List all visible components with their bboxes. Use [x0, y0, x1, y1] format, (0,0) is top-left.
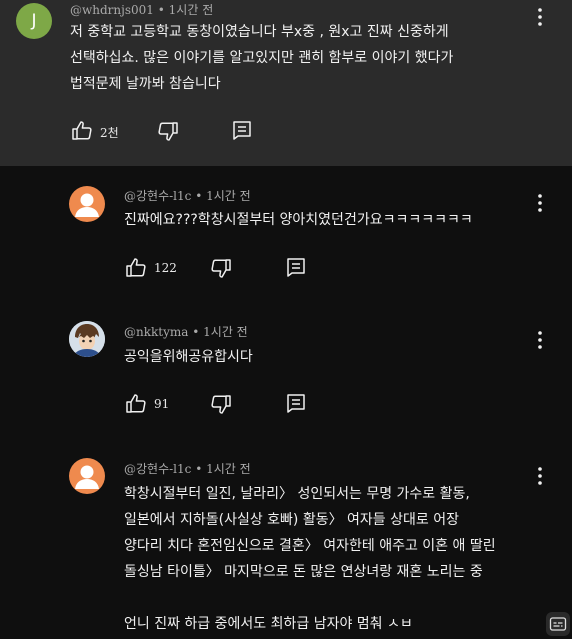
more-button[interactable]: [528, 328, 552, 352]
reply-line: [124, 585, 496, 611]
like-button[interactable]: [70, 119, 94, 143]
reply-button[interactable]: [284, 391, 308, 415]
meta-separator: •: [192, 325, 204, 339]
comment-line: 저 중학교 고등학교 동창이였습니다 부x중 , 원x고 진짜 신중하게: [70, 24, 449, 40]
more-button[interactable]: [528, 464, 552, 488]
reply-text: 진짜에요???학창시절부터 양아치였던건가요ㅋㅋㅋㅋㅋㅋㅋ: [124, 207, 473, 233]
comment-text: 저 중학교 고등학교 동창이였습니다 부x중 , 원x고 진짜 신중하게 선택하…: [70, 19, 453, 97]
more-button[interactable]: [528, 5, 552, 29]
reply-author[interactable]: @강현수-l1c: [124, 462, 191, 476]
reply-time[interactable]: 1시간 전: [203, 325, 248, 339]
reply-button[interactable]: [230, 118, 254, 142]
comment-meta: @whdrnjs001 • 1시간 전: [70, 1, 213, 18]
reply-meta: @nkktyma • 1시간 전: [124, 323, 248, 340]
anime-avatar-icon: [69, 321, 105, 357]
more-vert-icon: [538, 467, 542, 485]
reply-meta: @강현수-l1c • 1시간 전: [124, 460, 251, 477]
avatar-letter: J: [31, 11, 37, 31]
like-button[interactable]: [124, 256, 148, 280]
dislike-button[interactable]: [209, 392, 233, 416]
reply-icon: [233, 121, 251, 140]
avatar[interactable]: [69, 321, 105, 357]
comment-author[interactable]: @whdrnjs001: [70, 3, 154, 17]
reply-meta: @강현수-l1c • 1시간 전: [124, 187, 251, 204]
dislike-icon: [211, 259, 231, 278]
more-vert-icon: [538, 8, 542, 26]
like-button[interactable]: [124, 392, 148, 416]
meta-separator: •: [195, 189, 207, 203]
reply-line: 학창시절부터 일진, 날라리〉 성인되서는 무명 가수로 활동,: [124, 486, 470, 502]
reply-line: 돌싱남 타이틀〉 마지막으로 돈 많은 연상녀랑 재혼 노리는 중: [124, 564, 483, 580]
reply-text: 공익을위해공유합시다: [124, 344, 253, 370]
reply-time[interactable]: 1시간 전: [206, 189, 251, 203]
reply-line: 언니 진짜 하급 중에서도 최하급 남자야 멈춰 ㅅㅂ: [124, 616, 413, 632]
subtitles-icon: [549, 617, 567, 631]
dislike-button[interactable]: [156, 119, 180, 143]
meta-separator: •: [157, 3, 169, 17]
reply-time[interactable]: 1시간 전: [206, 462, 251, 476]
reply-text: 학창시절부터 일진, 날라리〉 성인되서는 무명 가수로 활동, 일본에서 지하…: [124, 481, 496, 637]
more-vert-icon: [538, 194, 542, 212]
reply-button[interactable]: [284, 255, 308, 279]
like-count: 122: [154, 261, 177, 275]
like-icon: [126, 258, 146, 277]
more-button[interactable]: [528, 191, 552, 215]
avatar[interactable]: [69, 458, 105, 494]
dislike-button[interactable]: [209, 256, 233, 280]
more-vert-icon: [538, 331, 542, 349]
like-icon: [72, 121, 92, 140]
comment-line: 선택하십쇼. 많은 이야기를 알고있지만 괜히 함부로 이야기 했다가: [70, 50, 454, 66]
comment-time[interactable]: 1시간 전: [169, 3, 214, 17]
reply-icon: [287, 394, 305, 413]
person-avatar-icon: [75, 193, 99, 217]
person-avatar-icon: [75, 465, 99, 489]
like-icon: [126, 394, 146, 413]
reply-line: 공익을위해공유합시다: [124, 349, 253, 365]
reply-author[interactable]: @강현수-l1c: [124, 189, 191, 203]
reply-line: 진짜에요???학창시절부터 양아치였던건가요ㅋㅋㅋㅋㅋㅋㅋ: [124, 212, 473, 228]
top-comment: J @whdrnjs001 • 1시간 전 저 중학교 고등학교 동창이였습니다…: [0, 0, 572, 166]
reply-author[interactable]: @nkktyma: [124, 325, 188, 339]
comment-line: 법적문제 날까봐 참습니다: [70, 76, 221, 92]
avatar[interactable]: J: [16, 3, 52, 39]
like-count: 91: [154, 397, 170, 411]
dislike-icon: [211, 395, 231, 414]
reply-icon: [287, 258, 305, 277]
reply-line: 일본에서 지하돌(사실상 호빠) 활동〉 여자들 상대로 어장: [124, 512, 459, 528]
meta-separator: •: [195, 462, 207, 476]
subtitles-button[interactable]: [546, 612, 570, 636]
reply-line: 양다리 치다 혼전임신으로 결혼〉 여자한테 애주고 이혼 애 딸린: [124, 538, 496, 554]
dislike-icon: [158, 122, 178, 141]
like-count: 2천: [100, 126, 119, 140]
avatar[interactable]: [69, 186, 105, 222]
